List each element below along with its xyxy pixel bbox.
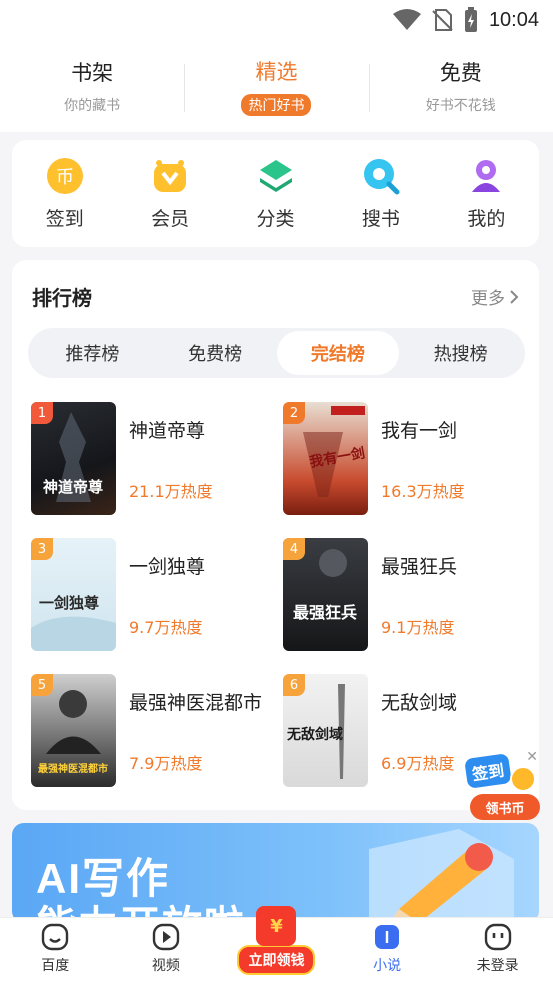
coin-icon: 币 — [46, 158, 83, 194]
shortcut-search[interactable]: 搜书 — [328, 140, 433, 247]
rank-number: 4 — [283, 538, 305, 560]
rank-number: 1 — [31, 402, 53, 424]
nav-label: 小说 — [373, 958, 402, 974]
battery-icon — [464, 7, 477, 32]
nav-label: 视频 — [151, 958, 180, 974]
more-link[interactable]: 更多 — [471, 284, 519, 309]
book-heat: 21.1万热度 — [129, 482, 213, 501]
wifi-icon — [392, 9, 421, 30]
tab-title: 免费 — [439, 61, 482, 85]
shortcut-label: 我的 — [467, 208, 506, 230]
nav-novel[interactable]: 小说 — [332, 918, 443, 983]
search-icon — [363, 159, 400, 195]
book-heat: 7.9万热度 — [129, 754, 203, 773]
tab-bookshelf[interactable]: 书架 你的藏书 — [0, 40, 184, 132]
svg-text:币: 币 — [56, 167, 74, 188]
shortcut-label: 会员 — [151, 208, 190, 230]
rank-number: 2 — [283, 402, 305, 424]
shortcut-label: 签到 — [45, 208, 84, 230]
shortcut-category[interactable]: 分类 — [223, 140, 328, 247]
tab-featured[interactable]: 精选 热门好书 — [184, 40, 368, 132]
nav-baidu[interactable]: 百度 — [0, 918, 111, 983]
red-envelope-icon — [256, 906, 297, 946]
cover-text: 无敌剑域 — [286, 726, 343, 743]
shortcut-checkin[interactable]: 币 签到 — [12, 140, 117, 247]
layers-icon — [259, 160, 292, 192]
cover-text: 一剑独尊 — [39, 594, 99, 612]
cover-text: 最强狂兵 — [293, 603, 357, 622]
tab-subtitle: 你的藏书 — [64, 98, 121, 114]
book-item[interactable]: 最强神医混都市 5 最强神医混都市 7.9万热度 — [31, 674, 281, 789]
tab-free-rank[interactable]: 免费榜 — [154, 331, 277, 375]
coin-icon — [510, 766, 536, 792]
checkin-float-badge[interactable]: ✕ 签到 领书币 — [464, 749, 542, 822]
get-coins-label: 领书币 — [470, 794, 540, 820]
tab-completed[interactable]: 完结榜 — [276, 331, 400, 375]
tab-title: 书架 — [71, 61, 114, 85]
play-icon — [152, 923, 180, 951]
tab-free[interactable]: 免费 好书不花钱 — [368, 40, 553, 132]
tab-hot-search[interactable]: 热搜榜 — [399, 331, 522, 375]
book-heat: 6.9万热度 — [381, 754, 455, 773]
status-bar: 10:04 — [0, 0, 553, 40]
rank-number: 3 — [31, 538, 53, 560]
book-title: 神道帝尊 — [129, 420, 206, 442]
book-title: 最强狂兵 — [381, 556, 458, 578]
nav-video[interactable]: 视频 — [111, 918, 222, 983]
bottom-nav: 百度 视频 立即领钱 小说 未登录 — [0, 906, 553, 983]
rank-number: 5 — [31, 674, 53, 696]
ranking-title: 排行榜 — [32, 286, 92, 310]
nav-label: 未登录 — [476, 958, 519, 974]
tab-subtitle: 热门好书 — [241, 94, 312, 116]
no-sim-icon — [432, 9, 453, 31]
shortcut-grid: 币 签到 会员 分类 搜书 我的 — [12, 140, 539, 247]
shortcut-mine[interactable]: 我的 — [434, 140, 539, 247]
book-title: 无敌剑域 — [381, 692, 458, 714]
book-title: 我有一剑 — [381, 420, 458, 442]
ranking-tabs: 推荐榜 免费榜 完结榜 热搜榜 — [28, 328, 525, 378]
book-item[interactable]: 神道帝尊 1 神道帝尊 21.1万热度 — [31, 402, 281, 517]
more-label: 更多 — [471, 289, 505, 309]
vip-crown-icon — [154, 160, 187, 192]
tab-subtitle: 好书不花钱 — [425, 98, 496, 114]
nav-label: 立即领钱 — [237, 945, 316, 975]
book-heat: 9.7万热度 — [129, 618, 203, 637]
tab-recommend[interactable]: 推荐榜 — [31, 331, 154, 375]
tab-title: 精选 — [255, 60, 298, 84]
book-heat: 9.1万热度 — [381, 618, 455, 637]
book-item[interactable]: 一剑独尊 3 一剑独尊 9.7万热度 — [31, 538, 281, 653]
checkin-sign: 签到 — [464, 753, 512, 789]
robot-face-icon — [484, 923, 511, 951]
pencil-cube-illustration — [369, 829, 514, 923]
ranking-card: 排行榜 更多 推荐榜 免费榜 完结榜 热搜榜 神道帝尊 1 神道帝尊 21.1万… — [12, 260, 539, 810]
shortcut-vip[interactable]: 会员 — [117, 140, 222, 247]
shortcut-label: 分类 — [256, 208, 295, 230]
book-item[interactable]: 我有一剑 2 我有一剑 16.3万热度 — [283, 402, 533, 517]
shortcut-label: 搜书 — [361, 208, 400, 230]
book-item[interactable]: 最强狂兵 4 最强狂兵 9.1万热度 — [283, 538, 533, 653]
cover-text: 神道帝尊 — [43, 478, 103, 496]
nav-account[interactable]: 未登录 — [442, 918, 553, 983]
nav-earn-money[interactable]: 立即领钱 — [221, 906, 332, 983]
chevron-right-icon — [510, 289, 519, 304]
close-icon[interactable]: ✕ — [526, 749, 538, 765]
book-icon — [375, 925, 400, 949]
clock: 10:04 — [488, 8, 539, 31]
book-title: 一剑独尊 — [129, 556, 206, 578]
top-tabs: 书架 你的藏书 精选 热门好书 免费 好书不花钱 — [0, 40, 553, 132]
baidu-face-icon — [42, 923, 69, 951]
user-icon — [472, 160, 501, 192]
nav-label: 百度 — [41, 958, 70, 974]
book-heat: 16.3万热度 — [381, 482, 465, 501]
book-title: 最强神医混都市 — [129, 692, 263, 714]
rank-number: 6 — [283, 674, 305, 696]
cover-text: 最强神医混都市 — [38, 762, 108, 775]
